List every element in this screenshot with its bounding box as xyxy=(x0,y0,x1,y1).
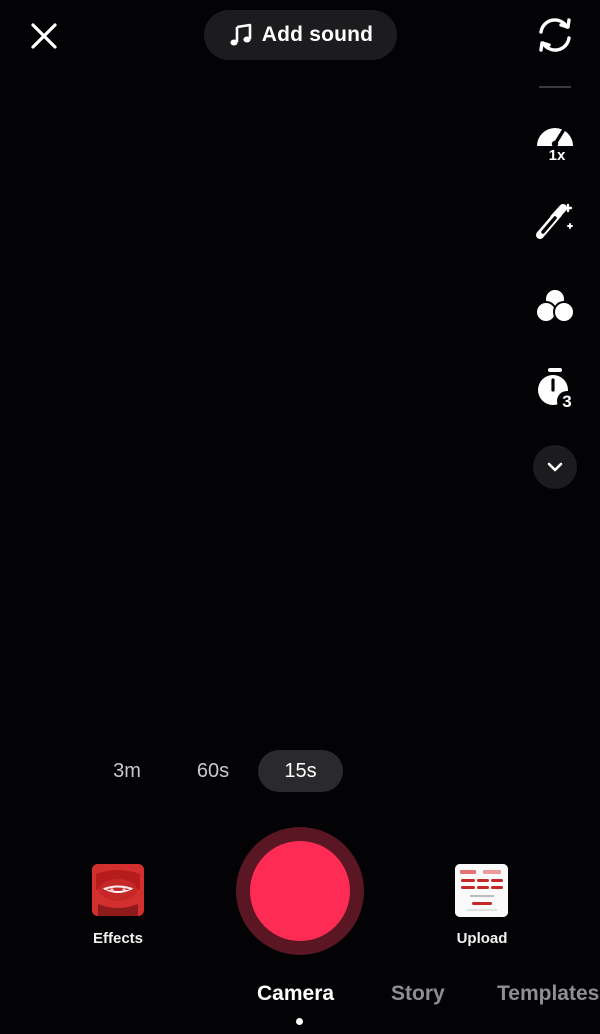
camera-viewfinder: Add sound 1x 3 3m 60s 15s Effects Upload… xyxy=(0,0,600,1034)
speed-badge: 1x xyxy=(549,147,566,164)
effects-label: Effects xyxy=(92,930,144,947)
mode-tab-story[interactable]: Story xyxy=(391,982,445,1006)
effects-thumbnail-icon xyxy=(92,864,144,916)
magic-wand-icon xyxy=(536,203,573,239)
music-note-icon xyxy=(230,23,252,46)
timer-button[interactable]: 3 xyxy=(530,365,580,415)
chevron-down-icon xyxy=(547,462,563,472)
effects-button[interactable] xyxy=(92,864,144,916)
add-sound-button[interactable]: Add sound xyxy=(204,10,397,60)
speed-button[interactable]: 1x xyxy=(530,114,580,164)
filters-icon xyxy=(535,288,575,323)
gallery-thumbnail-icon xyxy=(455,864,508,917)
close-icon xyxy=(31,23,57,49)
add-sound-label: Add sound xyxy=(261,23,374,46)
mode-tab-templates[interactable]: Templates xyxy=(497,982,599,1006)
filters-button[interactable] xyxy=(530,281,580,331)
upload-button[interactable] xyxy=(455,864,508,917)
timer-icon: 3 xyxy=(538,368,577,411)
beauty-button[interactable] xyxy=(530,197,580,247)
close-button[interactable] xyxy=(26,18,62,54)
duration-60s[interactable]: 60s xyxy=(180,750,246,792)
mode-tab-camera[interactable]: Camera xyxy=(257,982,334,1006)
side-toolbar-divider xyxy=(539,86,571,88)
active-mode-indicator xyxy=(296,1018,303,1025)
flip-camera-button[interactable] xyxy=(532,12,578,58)
record-button-core xyxy=(250,841,350,941)
timer-badge: 3 xyxy=(562,392,571,411)
more-tools-button[interactable] xyxy=(533,445,577,489)
flip-camera-icon xyxy=(539,18,571,52)
upload-label: Upload xyxy=(456,930,508,947)
duration-15s[interactable]: 15s xyxy=(258,750,343,792)
record-button[interactable] xyxy=(236,827,364,955)
duration-3m[interactable]: 3m xyxy=(96,750,158,792)
speed-icon: 1x xyxy=(537,128,573,164)
